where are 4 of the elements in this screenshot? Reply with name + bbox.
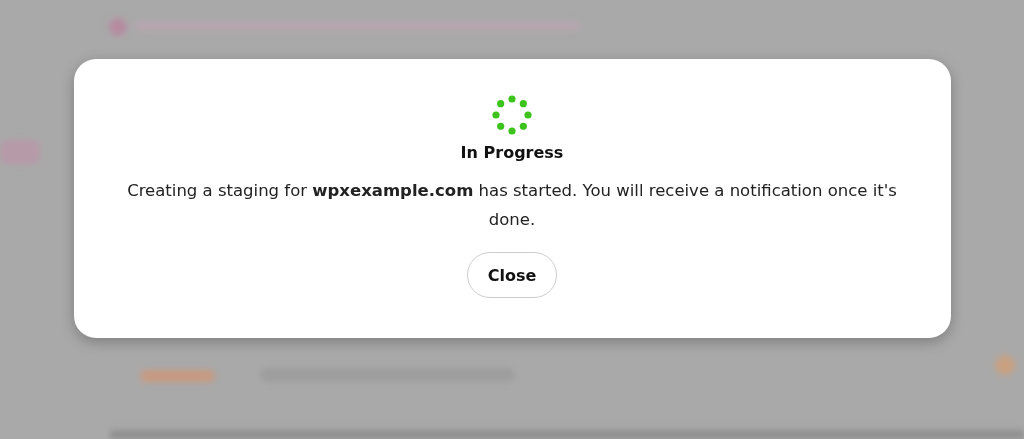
spinner-icon: [492, 95, 532, 135]
close-button[interactable]: Close: [467, 252, 557, 298]
dialog-message: Creating a staging for wpxexample.com has started. You will receive a notification once it's done.: [126, 180, 898, 231]
dialog-title: In Progress: [460, 143, 564, 162]
